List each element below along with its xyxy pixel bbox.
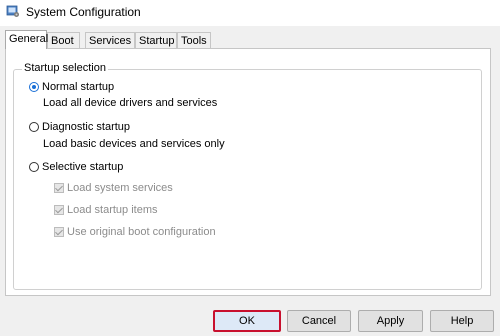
normal-startup-label[interactable]: Normal startup (42, 81, 114, 93)
tab-boot[interactable]: Boot (47, 32, 80, 49)
tab-startup[interactable]: Startup (135, 32, 177, 49)
selective-startup-label[interactable]: Selective startup (42, 161, 123, 173)
load-startup-items-checkbox[interactable] (54, 205, 64, 215)
diagnostic-startup-label[interactable]: Diagnostic startup (42, 121, 130, 133)
help-button[interactable]: Help (430, 310, 494, 332)
normal-startup-description: Load all device drivers and services (43, 97, 218, 109)
cancel-button[interactable]: Cancel (287, 310, 351, 332)
tab-general[interactable]: General (5, 30, 48, 49)
apply-button[interactable]: Apply (358, 310, 423, 332)
msconfig-icon (6, 5, 19, 17)
ok-button[interactable]: OK (213, 310, 281, 332)
load-system-services-checkbox[interactable] (54, 183, 64, 193)
diagnostic-startup-radio[interactable] (29, 122, 39, 132)
tab-services[interactable]: Services (85, 32, 135, 49)
startup-selection-legend: Startup selection (22, 62, 108, 74)
load-system-services-label: Load system services (67, 182, 173, 194)
load-startup-items-label: Load startup items (67, 204, 158, 216)
use-original-boot-config-label: Use original boot configuration (67, 226, 216, 238)
normal-startup-radio[interactable] (29, 82, 39, 92)
title-bar: System Configuration (0, 0, 500, 26)
window-title: System Configuration (26, 5, 141, 19)
tab-tools[interactable]: Tools (177, 32, 211, 49)
selective-startup-radio[interactable] (29, 162, 39, 172)
use-original-boot-config-checkbox[interactable] (54, 227, 64, 237)
diagnostic-startup-description: Load basic devices and services only (43, 138, 225, 150)
